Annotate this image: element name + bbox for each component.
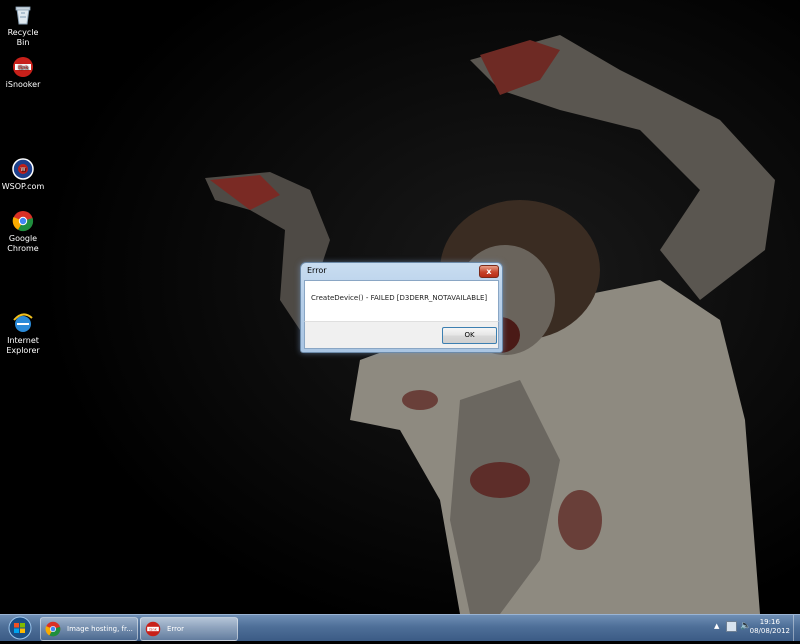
show-hidden-icons-icon[interactable]: ▲ bbox=[714, 622, 719, 630]
isnooker-icon: iSnk bbox=[145, 621, 161, 637]
svg-text:iSnk: iSnk bbox=[149, 627, 158, 631]
clock-time: 19:16 bbox=[759, 618, 780, 626]
desktop-icon-label: Google Chrome bbox=[7, 234, 39, 253]
chrome-icon bbox=[12, 211, 34, 232]
ie-icon bbox=[13, 313, 33, 332]
dialog-footer: OK bbox=[304, 321, 499, 349]
show-desktop-button[interactable] bbox=[793, 615, 800, 641]
desktop-icon-label: WSOP.com bbox=[1, 182, 45, 191]
network-icon[interactable] bbox=[726, 621, 737, 632]
close-icon: x bbox=[486, 267, 492, 276]
desktop-icon-recycle-bin[interactable]: Recycle Bin bbox=[0, 4, 46, 48]
desktop-icon-isnooker[interactable]: iSnk iSnooker bbox=[0, 56, 46, 90]
svg-text:W: W bbox=[21, 167, 26, 173]
error-message: CreateDevice() - FAILED [D3DERR_NOTAVAIL… bbox=[311, 294, 488, 302]
close-button[interactable]: x bbox=[479, 265, 499, 278]
ok-button[interactable]: OK bbox=[442, 327, 497, 344]
taskbar: Image hosting, fr... iSnk Error ▲ 🔈 19:1… bbox=[0, 614, 800, 641]
isnooker-icon: iSnk bbox=[13, 57, 33, 77]
desktop[interactable]: Recycle Bin iSnk iSnooker W WSOP.com Goo… bbox=[0, 0, 800, 614]
dialog-title: Error bbox=[307, 266, 327, 275]
start-button[interactable] bbox=[2, 615, 38, 641]
wsop-icon: W bbox=[12, 158, 34, 180]
windows-orb-icon bbox=[8, 616, 32, 640]
desktop-icon-chrome[interactable]: Google Chrome bbox=[0, 210, 46, 254]
system-tray: ▲ 🔈 19:16 08/08/2012 bbox=[710, 615, 800, 641]
desktop-icon-wsop[interactable]: W WSOP.com bbox=[0, 158, 46, 192]
chrome-icon bbox=[45, 621, 61, 637]
desktop-icon-internet-explorer[interactable]: Internet Explorer bbox=[0, 312, 46, 356]
clock[interactable]: 19:16 08/08/2012 bbox=[750, 618, 790, 636]
clock-date: 08/08/2012 bbox=[749, 627, 790, 635]
desktop-icon-label: Internet Explorer bbox=[6, 336, 40, 355]
error-dialog[interactable]: Error x CreateDevice() - FAILED [D3DERR_… bbox=[300, 262, 503, 353]
taskbar-button-label: Image hosting, fr... bbox=[67, 625, 133, 633]
taskbar-button-label: Error bbox=[167, 625, 185, 633]
taskbar-button-chrome[interactable]: Image hosting, fr... bbox=[40, 617, 138, 641]
dialog-body: CreateDevice() - FAILED [D3DERR_NOTAVAIL… bbox=[304, 280, 499, 321]
recycle-bin-icon bbox=[15, 6, 31, 25]
desktop-icon-label: Recycle Bin bbox=[7, 28, 39, 47]
taskbar-button-error[interactable]: iSnk Error bbox=[140, 617, 238, 641]
desktop-icon-label: iSnooker bbox=[5, 80, 41, 89]
svg-text:iSnk: iSnk bbox=[18, 65, 29, 71]
